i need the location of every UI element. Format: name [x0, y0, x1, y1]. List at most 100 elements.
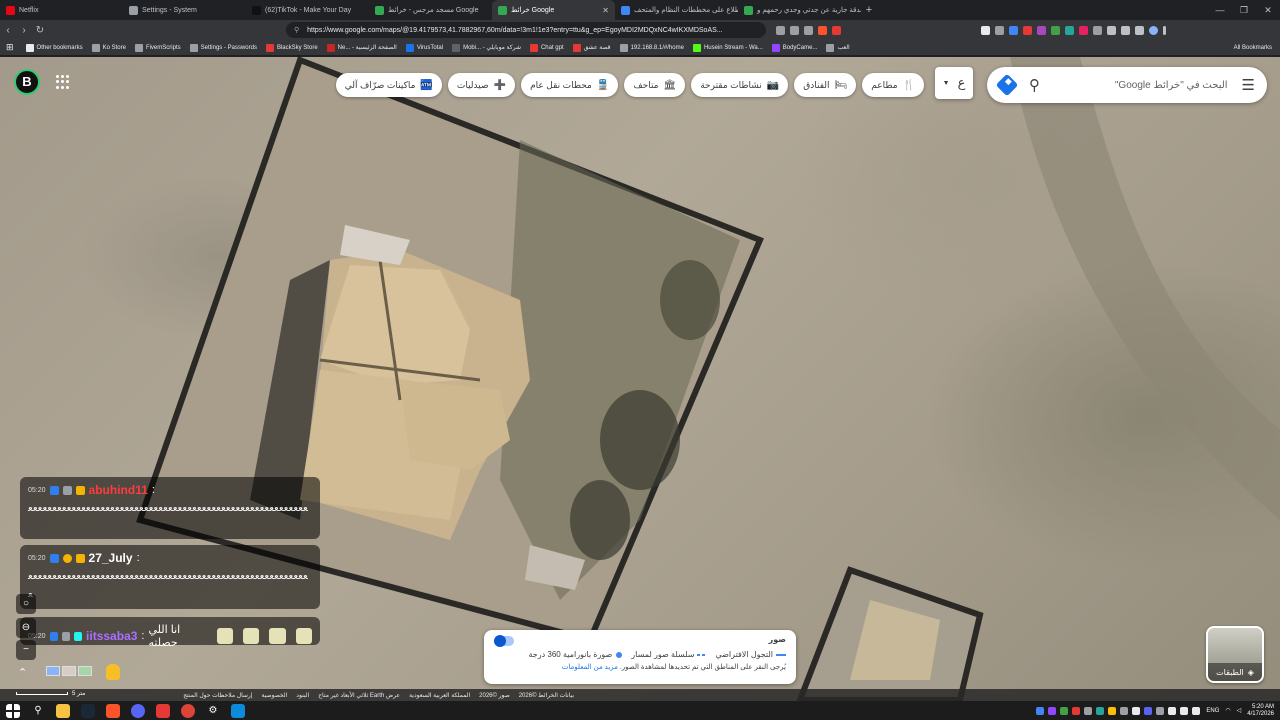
layers-button[interactable]: الطبقات ◈: [1206, 626, 1264, 683]
bookmark-item[interactable]: Chat gpt: [529, 43, 564, 52]
bookmark-item[interactable]: Husein Stream - Wa...: [692, 43, 763, 52]
category-chip[interactable]: ➕ صيدليات: [447, 73, 516, 97]
bookmark-item[interactable]: FivemScripts: [134, 43, 181, 52]
clock[interactable]: 5:20 AM 4/17/2026: [1247, 704, 1274, 718]
minimize-icon[interactable]: —: [1208, 0, 1232, 20]
app-icon[interactable]: [231, 703, 245, 718]
rewards-icon[interactable]: [832, 25, 841, 35]
zoom-out-button[interactable]: ⊖: [16, 618, 36, 638]
map-thumbnails[interactable]: [46, 666, 92, 676]
tray-icon[interactable]: [1132, 706, 1141, 715]
category-chip[interactable]: 🏧 ماكينات صرّاف آلي: [335, 73, 442, 97]
tray-icon[interactable]: [1108, 706, 1117, 715]
bookmark-item[interactable]: 192.168.8.1/#/home: [619, 43, 684, 52]
tray-icon[interactable]: [1072, 706, 1081, 715]
brave-shield-icon[interactable]: [818, 25, 827, 35]
bookmark-item[interactable]: BodyCame...: [771, 43, 817, 52]
tray-icon[interactable]: [1144, 706, 1153, 715]
language-button[interactable]: ▼ ع: [935, 67, 973, 99]
tray-icon[interactable]: [1096, 706, 1105, 715]
extension-icon[interactable]: [1093, 25, 1102, 35]
extension-icon[interactable]: [1065, 25, 1074, 35]
address-bar[interactable]: ⚲ https://www.google.com/maps/@19.417957…: [286, 22, 766, 38]
maps-search-box[interactable]: ☰ البحث في "خرائط Google" ⚲: [987, 67, 1267, 103]
tray-icon[interactable]: [1120, 706, 1129, 715]
extension-icon[interactable]: [1079, 25, 1088, 35]
forward-icon[interactable]: ›: [16, 25, 32, 36]
browser-tab[interactable]: مسجد مرجس - خرائط Google: [369, 0, 492, 20]
footer-link[interactable]: عرض Earth ثلاثي الأبعاد غير متاح: [318, 692, 400, 699]
tray-icon[interactable]: [1156, 706, 1165, 715]
wifi-icon[interactable]: ◠: [1225, 707, 1230, 714]
zoom-minus-button[interactable]: −: [16, 640, 36, 660]
hamburger-menu-icon[interactable]: ☰: [1242, 76, 1255, 94]
tray-icon[interactable]: [1180, 706, 1189, 715]
pegman-icon[interactable]: [106, 664, 120, 680]
reload-icon[interactable]: ↻: [32, 25, 48, 36]
browser-tab[interactable]: خرائط Google ✕: [492, 0, 615, 20]
bookmark-item[interactable]: Other bookmarks: [25, 43, 83, 52]
chat-username[interactable]: iitssaba3: [86, 629, 137, 643]
category-chip[interactable]: 🚆 محطات نقل عام: [521, 73, 619, 97]
browser-tab[interactable]: صدقة جارية عن جدتي وجدي رحمهم و...: [738, 0, 861, 20]
category-chip[interactable]: 🍴 مطاعم: [862, 73, 924, 97]
search-input[interactable]: البحث في "خرائط Google": [1048, 80, 1228, 91]
footer-link[interactable]: الخصوصية: [262, 692, 288, 699]
search-icon[interactable]: ⚲: [1029, 76, 1040, 94]
extensions-puzzle-icon[interactable]: [1107, 25, 1116, 35]
bookmark-item[interactable]: Mobi... - شركة موبايلي: [452, 43, 521, 52]
more-info-link[interactable]: مزيد من المعلومات: [562, 664, 618, 671]
brave-icon[interactable]: [106, 703, 120, 718]
language-indicator[interactable]: ENG: [1206, 708, 1219, 714]
share-icon[interactable]: [790, 25, 799, 35]
app-icon[interactable]: [156, 703, 170, 718]
category-chip[interactable]: 🛏 الفنادق: [794, 73, 857, 97]
close-tab-icon[interactable]: ✕: [602, 6, 609, 15]
extension-icon[interactable]: [1009, 25, 1018, 35]
browser-tab[interactable]: Netflix: [0, 0, 123, 20]
tray-icon[interactable]: [1060, 706, 1069, 715]
download-icon[interactable]: [1135, 25, 1144, 35]
tray-icon[interactable]: [1048, 706, 1057, 715]
bookmark-item[interactable]: VirusTotal: [405, 43, 443, 52]
chrome-icon[interactable]: [181, 703, 195, 718]
sidepanel-icon[interactable]: [1121, 25, 1130, 35]
zoom-in-button[interactable]: ○: [16, 594, 36, 614]
extension-icon[interactable]: [981, 25, 990, 35]
chat-username[interactable]: 27_July: [89, 551, 133, 565]
tray-icon[interactable]: [1168, 706, 1177, 715]
steam-icon[interactable]: [81, 703, 95, 718]
expand-up-icon[interactable]: ⌃: [18, 666, 27, 679]
windows-start-icon[interactable]: [6, 703, 20, 718]
browser-tab[interactable]: الاطلاع على مخططات النظام والمتحف: [615, 0, 738, 20]
bookmark-item[interactable]: BlackSky Store: [265, 43, 318, 52]
settings-icon[interactable]: ⚙: [206, 704, 220, 718]
volume-icon[interactable]: ◁: [1237, 707, 1242, 714]
browser-tab[interactable]: (62)TikTok - Make Your Day: [246, 0, 369, 20]
photos-toggle[interactable]: [494, 635, 514, 647]
directions-icon[interactable]: [995, 73, 1019, 97]
profile-avatar[interactable]: [1149, 25, 1158, 35]
discord-icon[interactable]: [131, 703, 145, 718]
back-icon[interactable]: ‹: [0, 25, 16, 36]
bookmark-item[interactable]: قصة عشق: [572, 43, 611, 52]
menu-kebab-icon[interactable]: [1163, 25, 1166, 35]
extension-icon[interactable]: [1023, 25, 1032, 35]
map-scale[interactable]: 5 متر: [16, 690, 85, 697]
apps-grid-icon[interactable]: ⊞: [6, 42, 14, 53]
bookmark-star-icon[interactable]: [804, 25, 813, 35]
extension-icon[interactable]: [1051, 25, 1060, 35]
extension-icon[interactable]: [995, 25, 1004, 35]
tray-icon[interactable]: [1084, 706, 1093, 715]
file-explorer-icon[interactable]: [56, 703, 70, 718]
tray-icon[interactable]: [1192, 706, 1201, 715]
site-info-icon[interactable]: ⚲: [294, 26, 299, 34]
extension-icon[interactable]: [1037, 25, 1046, 35]
tray-icon[interactable]: [1036, 706, 1045, 715]
chat-username[interactable]: abuhind11: [89, 483, 148, 497]
bookmark-item[interactable]: Ne... - الصفحة الرئيسية: [326, 43, 397, 52]
category-chip[interactable]: 📷 نشاطات مقترحة: [691, 73, 789, 97]
maximize-icon[interactable]: ❐: [1232, 0, 1256, 20]
footer-link[interactable]: إرسال ملاحظات حول المنتج: [183, 692, 252, 699]
google-apps-icon[interactable]: [56, 75, 70, 89]
